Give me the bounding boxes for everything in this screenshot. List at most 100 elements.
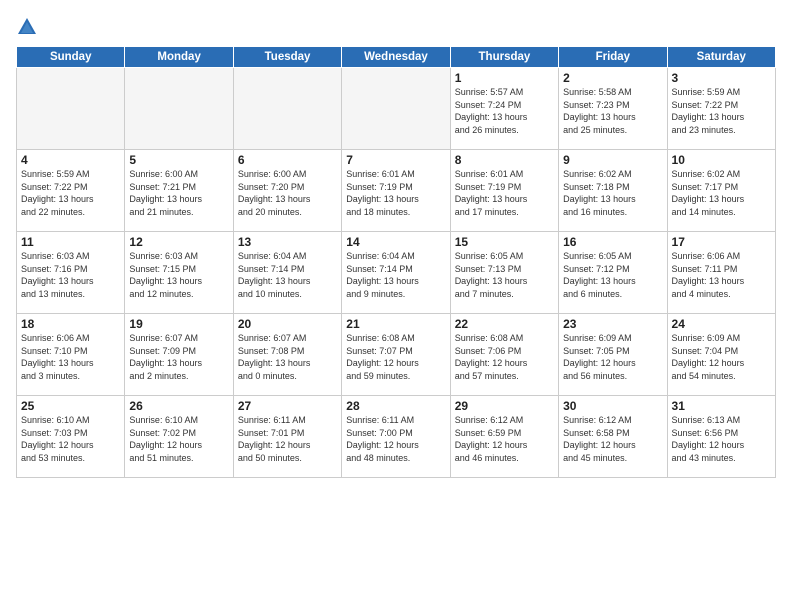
- page: SundayMondayTuesdayWednesdayThursdayFrid…: [0, 0, 792, 612]
- day-number: 19: [129, 317, 228, 331]
- day-info: Sunrise: 6:10 AMSunset: 7:03 PMDaylight:…: [21, 414, 120, 464]
- day-number: 17: [672, 235, 771, 249]
- day-number: 27: [238, 399, 337, 413]
- day-number: 30: [563, 399, 662, 413]
- calendar-cell: 4Sunrise: 5:59 AMSunset: 7:22 PMDaylight…: [17, 150, 125, 232]
- calendar-cell: [17, 68, 125, 150]
- day-info: Sunrise: 6:04 AMSunset: 7:14 PMDaylight:…: [346, 250, 445, 300]
- day-number: 13: [238, 235, 337, 249]
- calendar-week-5: 25Sunrise: 6:10 AMSunset: 7:03 PMDayligh…: [17, 396, 776, 478]
- calendar-cell: 20Sunrise: 6:07 AMSunset: 7:08 PMDayligh…: [233, 314, 341, 396]
- day-number: 15: [455, 235, 554, 249]
- day-number: 9: [563, 153, 662, 167]
- day-number: 4: [21, 153, 120, 167]
- calendar-cell: 13Sunrise: 6:04 AMSunset: 7:14 PMDayligh…: [233, 232, 341, 314]
- day-number: 3: [672, 71, 771, 85]
- logo-icon: [16, 16, 38, 38]
- day-info: Sunrise: 6:07 AMSunset: 7:09 PMDaylight:…: [129, 332, 228, 382]
- day-number: 28: [346, 399, 445, 413]
- day-number: 14: [346, 235, 445, 249]
- calendar-cell: 31Sunrise: 6:13 AMSunset: 6:56 PMDayligh…: [667, 396, 775, 478]
- calendar-cell: 25Sunrise: 6:10 AMSunset: 7:03 PMDayligh…: [17, 396, 125, 478]
- day-info: Sunrise: 6:03 AMSunset: 7:16 PMDaylight:…: [21, 250, 120, 300]
- day-number: 8: [455, 153, 554, 167]
- day-info: Sunrise: 6:05 AMSunset: 7:12 PMDaylight:…: [563, 250, 662, 300]
- weekday-header-saturday: Saturday: [667, 47, 775, 68]
- calendar-cell: 11Sunrise: 6:03 AMSunset: 7:16 PMDayligh…: [17, 232, 125, 314]
- day-info: Sunrise: 6:01 AMSunset: 7:19 PMDaylight:…: [346, 168, 445, 218]
- calendar-cell: 30Sunrise: 6:12 AMSunset: 6:58 PMDayligh…: [559, 396, 667, 478]
- day-number: 2: [563, 71, 662, 85]
- day-info: Sunrise: 6:07 AMSunset: 7:08 PMDaylight:…: [238, 332, 337, 382]
- day-number: 16: [563, 235, 662, 249]
- calendar-week-3: 11Sunrise: 6:03 AMSunset: 7:16 PMDayligh…: [17, 232, 776, 314]
- day-info: Sunrise: 5:57 AMSunset: 7:24 PMDaylight:…: [455, 86, 554, 136]
- day-info: Sunrise: 6:12 AMSunset: 6:59 PMDaylight:…: [455, 414, 554, 464]
- weekday-header-tuesday: Tuesday: [233, 47, 341, 68]
- calendar-cell: 23Sunrise: 6:09 AMSunset: 7:05 PMDayligh…: [559, 314, 667, 396]
- calendar-cell: 6Sunrise: 6:00 AMSunset: 7:20 PMDaylight…: [233, 150, 341, 232]
- day-info: Sunrise: 6:10 AMSunset: 7:02 PMDaylight:…: [129, 414, 228, 464]
- day-info: Sunrise: 6:08 AMSunset: 7:07 PMDaylight:…: [346, 332, 445, 382]
- calendar-cell: 7Sunrise: 6:01 AMSunset: 7:19 PMDaylight…: [342, 150, 450, 232]
- day-info: Sunrise: 6:09 AMSunset: 7:04 PMDaylight:…: [672, 332, 771, 382]
- calendar-cell: 12Sunrise: 6:03 AMSunset: 7:15 PMDayligh…: [125, 232, 233, 314]
- day-info: Sunrise: 6:12 AMSunset: 6:58 PMDaylight:…: [563, 414, 662, 464]
- day-info: Sunrise: 6:11 AMSunset: 7:00 PMDaylight:…: [346, 414, 445, 464]
- header: [16, 16, 776, 38]
- day-info: Sunrise: 6:01 AMSunset: 7:19 PMDaylight:…: [455, 168, 554, 218]
- day-number: 12: [129, 235, 228, 249]
- day-number: 25: [21, 399, 120, 413]
- calendar-cell: 1Sunrise: 5:57 AMSunset: 7:24 PMDaylight…: [450, 68, 558, 150]
- calendar-cell: 27Sunrise: 6:11 AMSunset: 7:01 PMDayligh…: [233, 396, 341, 478]
- day-info: Sunrise: 6:02 AMSunset: 7:17 PMDaylight:…: [672, 168, 771, 218]
- day-number: 23: [563, 317, 662, 331]
- calendar-cell: 10Sunrise: 6:02 AMSunset: 7:17 PMDayligh…: [667, 150, 775, 232]
- day-info: Sunrise: 6:00 AMSunset: 7:20 PMDaylight:…: [238, 168, 337, 218]
- weekday-header-wednesday: Wednesday: [342, 47, 450, 68]
- calendar-cell: 3Sunrise: 5:59 AMSunset: 7:22 PMDaylight…: [667, 68, 775, 150]
- calendar-cell: 17Sunrise: 6:06 AMSunset: 7:11 PMDayligh…: [667, 232, 775, 314]
- day-info: Sunrise: 6:04 AMSunset: 7:14 PMDaylight:…: [238, 250, 337, 300]
- day-number: 5: [129, 153, 228, 167]
- calendar-cell: 2Sunrise: 5:58 AMSunset: 7:23 PMDaylight…: [559, 68, 667, 150]
- calendar-cell: 21Sunrise: 6:08 AMSunset: 7:07 PMDayligh…: [342, 314, 450, 396]
- day-number: 22: [455, 317, 554, 331]
- day-number: 6: [238, 153, 337, 167]
- calendar-cell: 26Sunrise: 6:10 AMSunset: 7:02 PMDayligh…: [125, 396, 233, 478]
- day-number: 21: [346, 317, 445, 331]
- day-number: 7: [346, 153, 445, 167]
- day-number: 20: [238, 317, 337, 331]
- calendar-cell: [233, 68, 341, 150]
- day-info: Sunrise: 6:13 AMSunset: 6:56 PMDaylight:…: [672, 414, 771, 464]
- day-info: Sunrise: 6:08 AMSunset: 7:06 PMDaylight:…: [455, 332, 554, 382]
- calendar-cell: [342, 68, 450, 150]
- calendar-cell: 19Sunrise: 6:07 AMSunset: 7:09 PMDayligh…: [125, 314, 233, 396]
- day-number: 18: [21, 317, 120, 331]
- day-number: 31: [672, 399, 771, 413]
- calendar-cell: 15Sunrise: 6:05 AMSunset: 7:13 PMDayligh…: [450, 232, 558, 314]
- day-info: Sunrise: 6:06 AMSunset: 7:11 PMDaylight:…: [672, 250, 771, 300]
- day-info: Sunrise: 6:09 AMSunset: 7:05 PMDaylight:…: [563, 332, 662, 382]
- calendar-cell: 29Sunrise: 6:12 AMSunset: 6:59 PMDayligh…: [450, 396, 558, 478]
- day-number: 1: [455, 71, 554, 85]
- calendar-week-1: 1Sunrise: 5:57 AMSunset: 7:24 PMDaylight…: [17, 68, 776, 150]
- calendar-week-2: 4Sunrise: 5:59 AMSunset: 7:22 PMDaylight…: [17, 150, 776, 232]
- day-info: Sunrise: 6:05 AMSunset: 7:13 PMDaylight:…: [455, 250, 554, 300]
- day-info: Sunrise: 6:06 AMSunset: 7:10 PMDaylight:…: [21, 332, 120, 382]
- day-number: 24: [672, 317, 771, 331]
- day-number: 26: [129, 399, 228, 413]
- calendar-week-4: 18Sunrise: 6:06 AMSunset: 7:10 PMDayligh…: [17, 314, 776, 396]
- weekday-header-thursday: Thursday: [450, 47, 558, 68]
- calendar-cell: 14Sunrise: 6:04 AMSunset: 7:14 PMDayligh…: [342, 232, 450, 314]
- calendar-cell: 28Sunrise: 6:11 AMSunset: 7:00 PMDayligh…: [342, 396, 450, 478]
- calendar-cell: 24Sunrise: 6:09 AMSunset: 7:04 PMDayligh…: [667, 314, 775, 396]
- day-info: Sunrise: 6:11 AMSunset: 7:01 PMDaylight:…: [238, 414, 337, 464]
- calendar-cell: 8Sunrise: 6:01 AMSunset: 7:19 PMDaylight…: [450, 150, 558, 232]
- day-info: Sunrise: 6:03 AMSunset: 7:15 PMDaylight:…: [129, 250, 228, 300]
- calendar-cell: 16Sunrise: 6:05 AMSunset: 7:12 PMDayligh…: [559, 232, 667, 314]
- day-info: Sunrise: 5:58 AMSunset: 7:23 PMDaylight:…: [563, 86, 662, 136]
- calendar: SundayMondayTuesdayWednesdayThursdayFrid…: [16, 46, 776, 478]
- weekday-header-friday: Friday: [559, 47, 667, 68]
- weekday-header-row: SundayMondayTuesdayWednesdayThursdayFrid…: [17, 47, 776, 68]
